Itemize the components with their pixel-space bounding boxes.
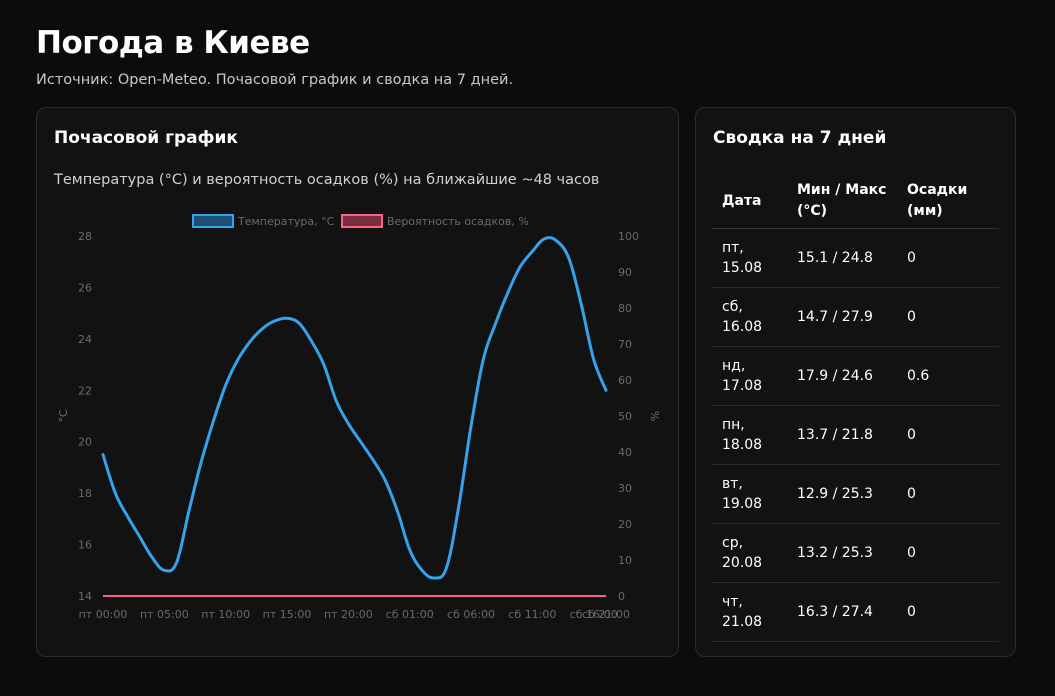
date-cell: чт, 21.08 [712, 582, 787, 642]
table-header-row: Дата Мин / Макс (°C) Осадки (мм) [712, 174, 999, 229]
y2-axis-tick-label: 80 [618, 302, 632, 315]
hourly-chart-card: Почасовой график Температура (°C) и веро… [36, 107, 679, 657]
date-cell: ср, 20.08 [712, 523, 787, 583]
y2-axis-tick-label: 60 [618, 374, 632, 387]
precipitation-cell: 0 [897, 228, 999, 288]
table-row: ср, 20.08 13.2 / 25.3 0 [712, 523, 999, 583]
column-header-precipitation: Осадки (мм) [897, 174, 999, 229]
table-row: пт, 15.08 15.1 / 24.8 0 [712, 228, 999, 288]
min-max-cell: 13.7 / 21.8 [787, 405, 897, 465]
table-row: сб, 16.08 14.7 / 27.9 0 [712, 287, 999, 347]
date-cell: вт, 19.08 [712, 464, 787, 524]
legend-label-temperature: Температура, °C [237, 215, 335, 228]
weekly-summary-table: Дата Мин / Макс (°C) Осадки (мм) пт, 15.… [712, 174, 999, 642]
page-subtitle: Источник: Open-Meteo. Почасовой график и… [36, 72, 514, 88]
precipitation-cell: 0 [897, 464, 999, 524]
y2-axis-tick-label: 0 [618, 590, 625, 603]
x-axis-tick-label: пт 05:00 [140, 608, 189, 621]
y-axis-tick-label: 26 [78, 281, 92, 294]
x-axis-tick-label: пт 20:00 [324, 608, 373, 621]
min-max-cell: 16.3 / 27.4 [787, 582, 897, 642]
precipitation-cell: 0 [897, 582, 999, 642]
date-cell: нд, 17.08 [712, 346, 787, 406]
x-axis-tick-label: сб 11:00 [508, 608, 556, 621]
min-max-cell: 12.9 / 25.3 [787, 464, 897, 524]
y-axis-tick-label: 28 [78, 230, 92, 243]
page-title: Погода в Киеве [36, 25, 310, 61]
y2-axis-tick-label: 20 [618, 518, 632, 531]
y2-axis-tick-label: 50 [618, 410, 632, 423]
column-header-min-max: Мин / Макс (°C) [787, 174, 897, 229]
weekly-summary-title: Сводка на 7 дней [713, 128, 887, 148]
precipitation-cell: 0.6 [897, 346, 999, 406]
x-axis-tick-label: сб 01:00 [386, 608, 434, 621]
legend-swatch-precipitation [341, 214, 383, 228]
date-cell: сб, 16.08 [712, 287, 787, 347]
date-cell: пт, 15.08 [712, 228, 787, 288]
table-row: чт, 21.08 16.3 / 27.4 0 [712, 582, 999, 642]
x-axis-tick-label: сб 21:00 [582, 608, 630, 621]
min-max-cell: 13.2 / 25.3 [787, 523, 897, 583]
legend-label-precipitation: Вероятность осадков, % [387, 215, 529, 228]
y-axis-title: °C [57, 409, 70, 423]
y2-axis-tick-label: 70 [618, 338, 632, 351]
y-axis-tick-label: 14 [78, 590, 92, 603]
temperature-series-line [101, 236, 608, 580]
y2-axis-tick-label: 40 [618, 446, 632, 459]
hourly-chart[interactable]: Температура, °C Вероятность осадков, % 14 1… [37, 108, 680, 658]
y2-axis-tick-label: 90 [618, 266, 632, 279]
precipitation-cell: 0 [897, 523, 999, 583]
y2-axis-tick-label: 10 [618, 554, 632, 567]
y2-axis-tick-label: 30 [618, 482, 632, 495]
y2-axis-tick-label: 100 [618, 230, 639, 243]
table-row: вт, 19.08 12.9 / 25.3 0 [712, 464, 999, 524]
precipitation-cell: 0 [897, 287, 999, 347]
table-row: пн, 18.08 13.7 / 21.8 0 [712, 405, 999, 465]
y2-axis-title: % [648, 411, 661, 421]
x-axis-tick-label: пт 10:00 [201, 608, 250, 621]
x-axis-tick-label: пт 15:00 [263, 608, 312, 621]
precipitation-cell: 0 [897, 405, 999, 465]
y-axis-tick-label: 20 [78, 436, 92, 449]
y-axis-tick-label: 18 [78, 487, 92, 500]
legend-swatch-temperature [192, 214, 234, 228]
min-max-cell: 14.7 / 27.9 [787, 287, 897, 347]
min-max-cell: 17.9 / 24.6 [787, 346, 897, 406]
y-axis-tick-label: 24 [78, 333, 92, 346]
weekly-summary-card: Сводка на 7 дней Дата Мин / Макс (°C) Ос… [695, 107, 1016, 657]
date-cell: пн, 18.08 [712, 405, 787, 465]
min-max-cell: 15.1 / 24.8 [787, 228, 897, 288]
y-axis-tick-label: 22 [78, 384, 92, 397]
column-header-date: Дата [712, 174, 787, 229]
x-axis-tick-label: сб 06:00 [447, 608, 495, 621]
y-axis-tick-label: 16 [78, 539, 92, 552]
table-row: нд, 17.08 17.9 / 24.6 0.6 [712, 346, 999, 406]
x-axis-tick-label: пт 00:00 [79, 608, 128, 621]
